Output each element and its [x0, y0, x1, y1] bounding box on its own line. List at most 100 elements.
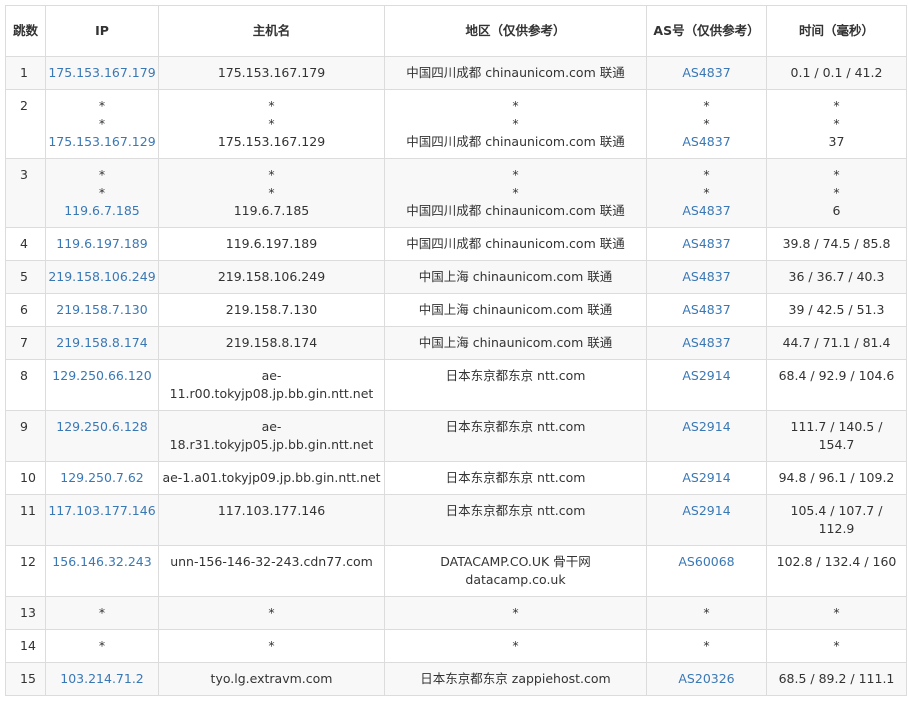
- ip-cell: * * 119.6.7.185: [45, 158, 159, 228]
- table-row: 9 129.250.6.128 ae- 18.r31.tokyjp05.jp.bb.g…: [5, 410, 907, 462]
- table-row: 3 * * 119.6.7.185 * * 119.6.7.185 * * 中国四川成都 chin…: [5, 158, 907, 228]
- region-cell: 日本东京都东京 ntt.com: [384, 359, 647, 411]
- ip-link[interactable]: 129.250.6.128: [48, 418, 156, 436]
- region-value: *: [512, 98, 519, 113]
- ip-link[interactable]: 219.158.7.130: [48, 301, 156, 319]
- ip-link[interactable]: 175.153.167.179: [48, 64, 156, 82]
- asn-link[interactable]: AS4837: [649, 268, 764, 286]
- asn-link[interactable]: AS2914: [649, 469, 764, 487]
- time-cell: 36 / 36.7 / 40.3: [766, 260, 907, 294]
- ip-link[interactable]: 219.158.106.249: [48, 268, 156, 286]
- asn-link[interactable]: AS2914: [649, 502, 764, 520]
- region-value: *: [512, 605, 519, 620]
- table-row: 12 156.146.32.243 unn-156-146-32-243.cdn77…: [5, 545, 907, 597]
- hostname-cell: 219.158.8.174: [158, 326, 385, 360]
- host-value: *: [268, 605, 275, 620]
- ip-link[interactable]: 175.153.167.129: [48, 133, 156, 151]
- table-row: 10 129.250.7.62 ae-1.a01.tokyjp09.jp.bb.gi…: [5, 461, 907, 495]
- asn-value: *: [703, 185, 710, 200]
- time-value: 68.5 / 89.2 / 111.1: [778, 671, 895, 686]
- time-value: *: [833, 98, 840, 113]
- region-cell: 中国上海 chinaunicom.com 联通: [384, 293, 647, 327]
- host-value: *: [268, 98, 275, 113]
- region-cell: *: [384, 629, 647, 663]
- ip-link[interactable]: 129.250.66.120: [48, 367, 156, 385]
- region-cell: 中国四川成都 chinaunicom.com 联通: [384, 227, 647, 261]
- ip-link[interactable]: 119.6.7.185: [48, 202, 156, 220]
- time-cell: 44.7 / 71.1 / 81.4: [766, 326, 907, 360]
- table-row: 11 117.103.177.146 117.103.177.146 日本东京都东京 …: [5, 494, 907, 546]
- asn-link[interactable]: AS4837: [649, 64, 764, 82]
- hop-cell: 1: [5, 56, 46, 90]
- ip-link[interactable]: 117.103.177.146: [48, 502, 156, 520]
- hop-cell: 3: [5, 158, 46, 228]
- host-value: 117.103.177.146: [217, 503, 326, 518]
- time-value: *: [833, 185, 840, 200]
- region-cell: 日本东京都东京 ntt.com: [384, 410, 647, 462]
- table-row: 15 103.214.71.2 tyo.lg.extravm.com 日本东京都东京 …: [5, 662, 907, 696]
- time-cell: 102.8 / 132.4 / 160: [766, 545, 907, 597]
- host-value: 219.158.106.249: [217, 269, 326, 284]
- host-value: *: [268, 638, 275, 653]
- header-asn: AS号（仅供参考）: [646, 5, 767, 57]
- host-value: ae-: [261, 368, 282, 383]
- region-value: 中国四川成都 chinaunicom.com 联通: [406, 134, 625, 149]
- time-cell: 105.4 / 107.7 / 112.9: [766, 494, 907, 546]
- region-cell: *: [384, 596, 647, 630]
- ip-link[interactable]: 156.146.32.243: [48, 553, 156, 571]
- asn-link[interactable]: AS60068: [649, 553, 764, 571]
- asn-link[interactable]: AS2914: [649, 367, 764, 385]
- asn-value: *: [703, 98, 710, 113]
- ip-value: *: [98, 638, 106, 653]
- time-value: 105.4 / 107.7 /: [790, 503, 883, 518]
- region-cell: 中国上海 chinaunicom.com 联通: [384, 326, 647, 360]
- hop-cell: 12: [5, 545, 46, 597]
- ip-link[interactable]: 129.250.7.62: [48, 469, 156, 487]
- region-cell: * * 中国四川成都 chinaunicom.com 联通: [384, 158, 647, 228]
- asn-link[interactable]: AS4837: [649, 202, 764, 220]
- time-cell: * * 6: [766, 158, 907, 228]
- asn-link[interactable]: AS20326: [649, 670, 764, 688]
- region-value: DATACAMP.CO.UK 骨干网: [440, 554, 591, 569]
- hostname-cell: ae-1.a01.tokyjp09.jp.bb.gin.ntt.net: [158, 461, 385, 495]
- time-cell: 39.8 / 74.5 / 85.8: [766, 227, 907, 261]
- region-value: datacamp.co.uk: [465, 572, 566, 587]
- asn-link[interactable]: AS4837: [649, 235, 764, 253]
- asn-cell: *: [646, 629, 767, 663]
- hop-cell: 13: [5, 596, 46, 630]
- asn-cell: AS2914: [646, 494, 767, 546]
- host-value: *: [268, 185, 275, 200]
- header-time: 时间（毫秒）: [766, 5, 907, 57]
- time-value: 39.8 / 74.5 / 85.8: [782, 236, 891, 251]
- table-row: 4 119.6.197.189 119.6.197.189 中国四川成都 chinau…: [5, 227, 907, 261]
- asn-link[interactable]: AS4837: [649, 334, 764, 352]
- host-value: 119.6.197.189: [225, 236, 318, 251]
- time-cell: *: [766, 629, 907, 663]
- asn-value: *: [703, 605, 710, 620]
- host-value: 175.153.167.129: [217, 134, 326, 149]
- ip-cell: 103.214.71.2: [45, 662, 159, 696]
- region-cell: 日本东京都东京 ntt.com: [384, 461, 647, 495]
- ip-link[interactable]: 219.158.8.174: [48, 334, 156, 352]
- time-value: 154.7: [818, 437, 855, 452]
- ip-value: *: [98, 605, 106, 620]
- hostname-cell: *: [158, 629, 385, 663]
- ip-cell: 219.158.8.174: [45, 326, 159, 360]
- region-cell: * * 中国四川成都 chinaunicom.com 联通: [384, 89, 647, 159]
- asn-cell: AS2914: [646, 461, 767, 495]
- table-row: 13 * * * * *: [5, 596, 907, 630]
- region-cell: 日本东京都东京 zappiehost.com: [384, 662, 647, 696]
- region-value: 中国四川成都 chinaunicom.com 联通: [406, 236, 625, 251]
- table-row: 8 129.250.66.120 ae- 11.r00.tokyjp08.jp.bb.…: [5, 359, 907, 411]
- asn-link[interactable]: AS4837: [649, 133, 764, 151]
- asn-link[interactable]: AS2914: [649, 418, 764, 436]
- asn-link[interactable]: AS4837: [649, 301, 764, 319]
- ip-link[interactable]: 119.6.197.189: [48, 235, 156, 253]
- region-value: *: [512, 185, 519, 200]
- ip-cell: 219.158.7.130: [45, 293, 159, 327]
- ip-link[interactable]: 103.214.71.2: [48, 670, 156, 688]
- asn-value: *: [703, 116, 710, 131]
- time-value: 37: [828, 134, 845, 149]
- ip-cell: 117.103.177.146: [45, 494, 159, 546]
- ip-cell: * * 175.153.167.129: [45, 89, 159, 159]
